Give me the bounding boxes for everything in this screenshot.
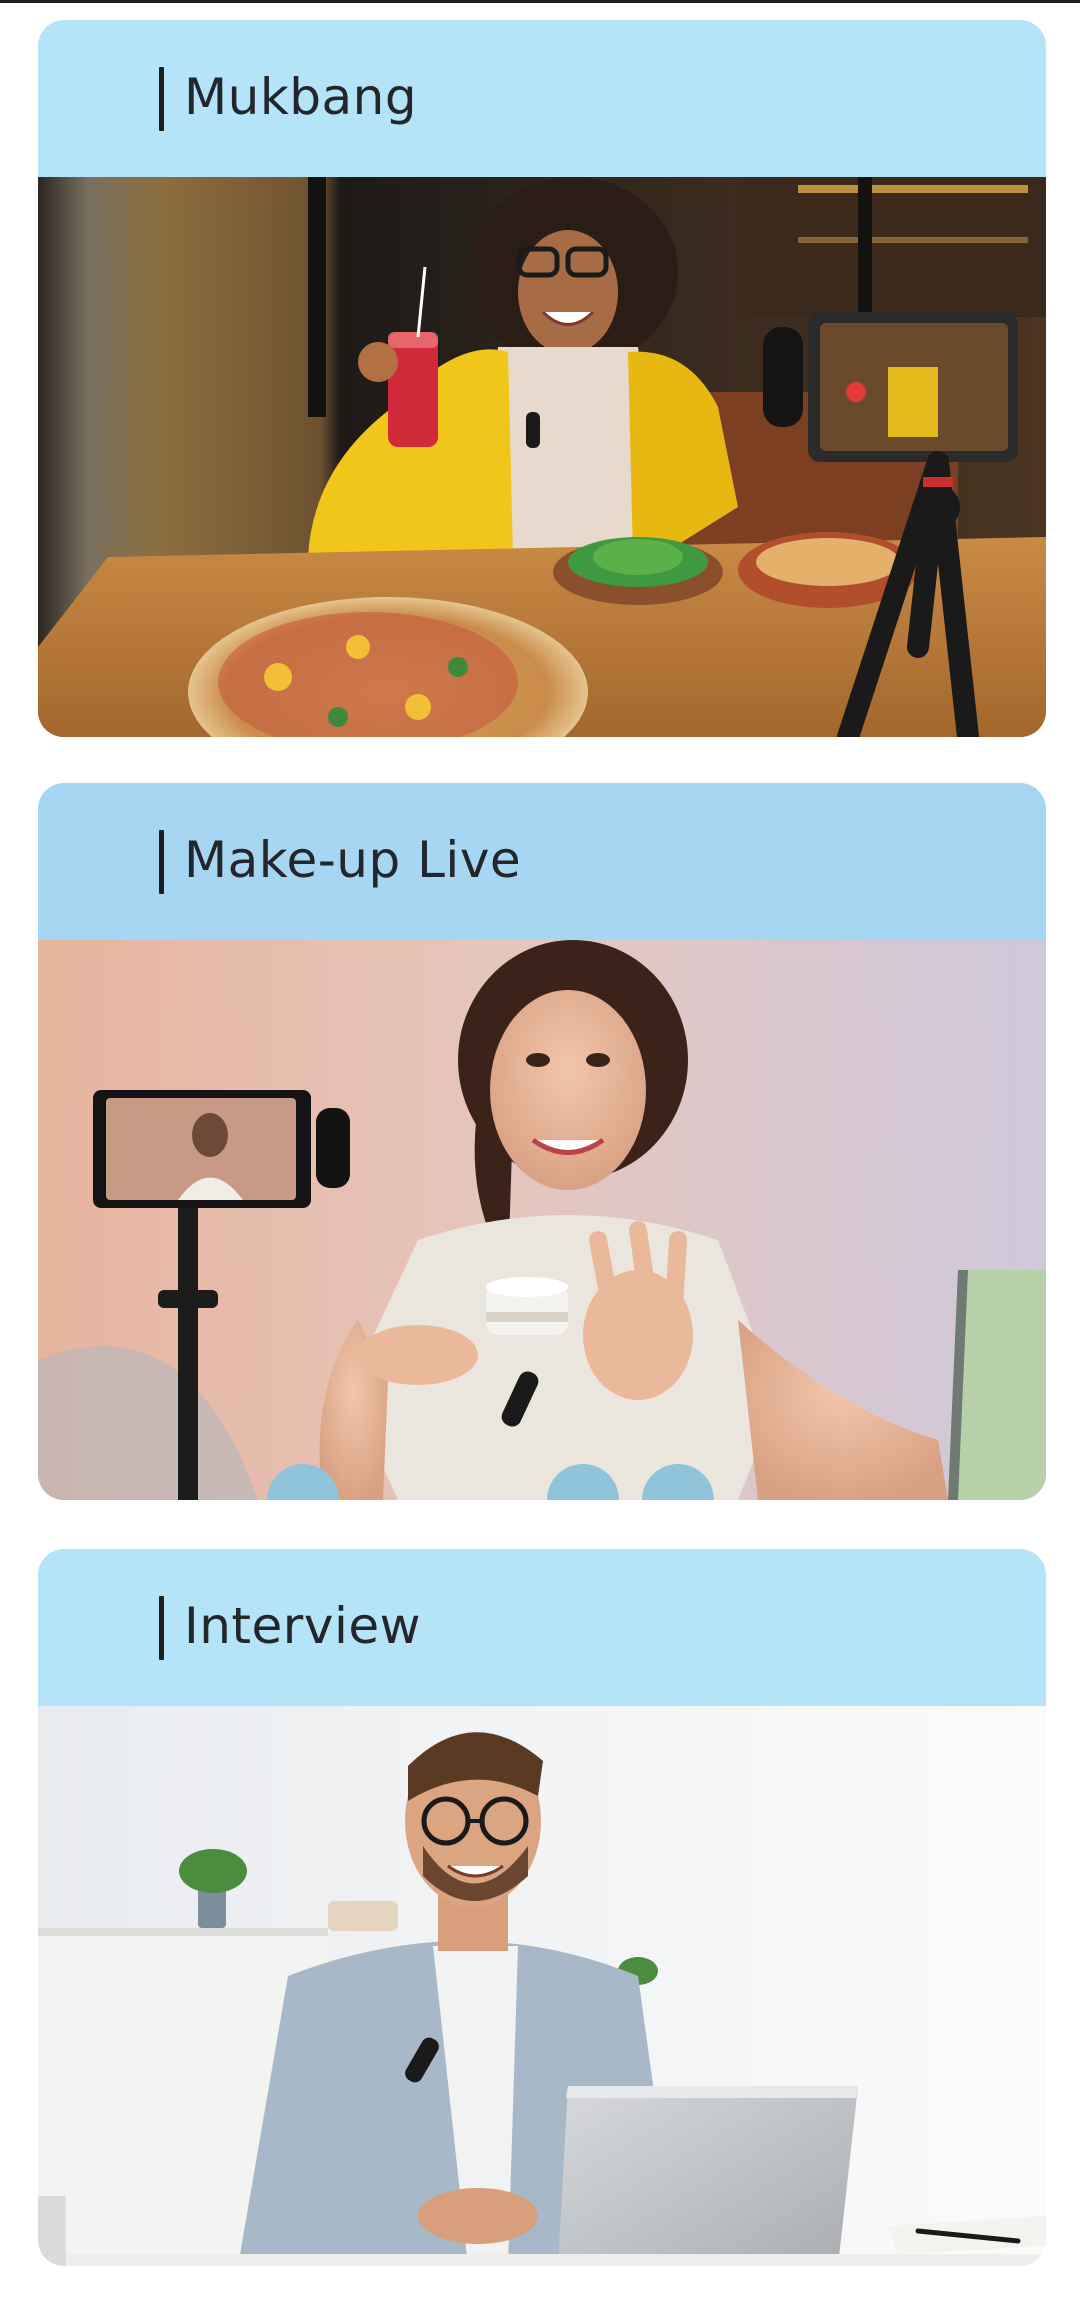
section-photo (38, 1706, 1046, 2266)
section-title: Make-up Live (184, 831, 522, 889)
section-card-mukbang[interactable]: Mukbang (38, 20, 1046, 737)
section-title: Interview (184, 1597, 421, 1655)
interview-photo-illustration (38, 1706, 1046, 2266)
section-header: Make-up Live (38, 783, 1046, 940)
top-divider (0, 0, 1080, 3)
section-header: Mukbang (38, 20, 1046, 177)
section-photo (38, 940, 1046, 1500)
makeup-photo-illustration (38, 940, 1046, 1500)
section-title: Mukbang (184, 68, 418, 126)
section-header: Interview (38, 1549, 1046, 1706)
title-accent-bar (159, 67, 164, 131)
section-card-makeup-live[interactable]: Make-up Live (38, 783, 1046, 1500)
mukbang-photo-illustration (38, 177, 1046, 737)
title-accent-bar (159, 830, 164, 894)
title-accent-bar (159, 1596, 164, 1660)
section-card-interview[interactable]: Interview (38, 1549, 1046, 2266)
section-photo (38, 177, 1046, 737)
